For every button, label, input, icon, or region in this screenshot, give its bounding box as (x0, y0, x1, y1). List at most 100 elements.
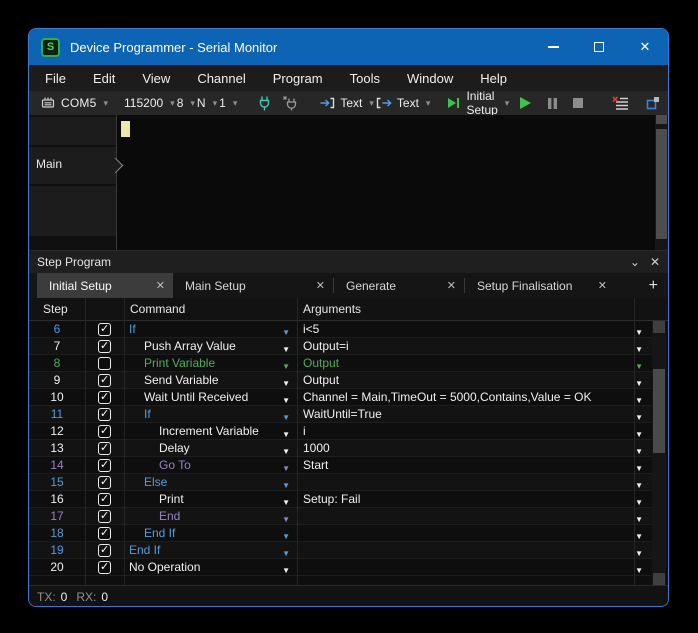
table-row[interactable]: 12✓Increment Variable▼i▼ (29, 423, 652, 440)
step-enabled-checkbox[interactable]: ✓ (98, 561, 111, 574)
menu-file[interactable]: File (45, 71, 66, 86)
stopbits-select[interactable]: 1 ▾ (219, 96, 239, 110)
channel-slot[interactable] (29, 117, 116, 145)
channel-slot[interactable] (29, 186, 116, 236)
scrollbar-bottom-marker[interactable] (653, 573, 665, 585)
connect-button[interactable] (257, 95, 272, 112)
command-select[interactable]: Go To▼ (124, 457, 297, 473)
scrollbar-top-button[interactable] (656, 115, 667, 124)
tab-close-icon[interactable]: ✕ (156, 279, 165, 292)
scrollbar-thumb[interactable] (653, 369, 665, 453)
table-row[interactable]: 14✓Go To▼Start▼ (29, 457, 652, 474)
arguments-select[interactable]: Start▼ (297, 457, 652, 473)
step-enabled-checkbox[interactable]: ✓ (98, 493, 111, 506)
command-select[interactable]: End If▼ (124, 525, 297, 541)
popout-button[interactable] (646, 96, 660, 110)
terminal-scrollbar[interactable] (655, 115, 668, 250)
arguments-select[interactable]: ▼ (297, 508, 652, 524)
table-row[interactable]: 11✓If▼WaitUntil=True▼ (29, 406, 652, 423)
arguments-select[interactable]: ▼ (297, 542, 652, 558)
maximize-button[interactable] (576, 29, 622, 65)
step-enabled-checkbox[interactable]: ✓ (98, 323, 111, 336)
tab-setup-finalisation[interactable]: Setup Finalisation✕ (465, 273, 615, 298)
menu-program[interactable]: Program (273, 71, 323, 86)
table-scrollbar[interactable] (652, 321, 666, 585)
panel-close-icon[interactable]: ✕ (650, 255, 660, 269)
step-enabled-checkbox[interactable]: ✓ (98, 510, 111, 523)
databits-select[interactable]: 8 ▾ (177, 96, 197, 110)
stop-button[interactable] (572, 97, 584, 109)
arguments-select[interactable]: ▼ (297, 525, 652, 541)
command-select[interactable]: Print▼ (124, 491, 297, 507)
tab-initial-setup[interactable]: Initial Setup✕ (37, 273, 173, 298)
scrollbar-top-marker[interactable] (653, 321, 665, 333)
step-enabled-checkbox[interactable]: ✓ (98, 425, 111, 438)
table-row[interactable]: 20✓No Operation▼▼ (29, 559, 652, 576)
receive-mode-select[interactable]: Text ▾ (376, 96, 433, 110)
menu-channel[interactable]: Channel (197, 71, 245, 86)
step-enabled-checkbox[interactable]: ✓ (98, 544, 111, 557)
table-row[interactable]: 15✓Else▼▼ (29, 474, 652, 491)
command-select[interactable]: Send Variable▼ (124, 372, 297, 388)
arguments-select[interactable]: Output▼ (297, 355, 652, 371)
play-button[interactable] (519, 96, 532, 110)
step-enabled-checkbox[interactable]: ✓ (98, 374, 111, 387)
table-row[interactable]: 7✓Push Array Value▼Output=i▼ (29, 338, 652, 355)
add-tab-button[interactable]: + (649, 277, 658, 295)
panel-collapse-icon[interactable]: ⌄ (630, 255, 640, 269)
command-select[interactable]: Delay▼ (124, 440, 297, 456)
arguments-select[interactable]: Setup: Fail▼ (297, 491, 652, 507)
table-row[interactable]: 6✓If▼i<5▼ (29, 321, 652, 338)
arguments-select[interactable]: ▼ (297, 559, 652, 575)
command-select[interactable]: If▼ (124, 406, 297, 422)
command-select[interactable]: Push Array Value▼ (124, 338, 297, 354)
clear-button[interactable] (612, 96, 629, 110)
tab-main-setup[interactable]: Main Setup✕ (173, 273, 333, 298)
command-select[interactable]: If▼ (124, 321, 297, 337)
command-select[interactable]: End▼ (124, 508, 297, 524)
table-row[interactable]: 16✓Print▼Setup: Fail▼ (29, 491, 652, 508)
step-enabled-checkbox[interactable]: ✓ (98, 459, 111, 472)
minimize-button[interactable] (530, 29, 576, 65)
arguments-select[interactable]: Output=i▼ (297, 338, 652, 354)
arguments-select[interactable]: ▼ (297, 474, 652, 490)
tab-generate[interactable]: Generate✕ (334, 273, 464, 298)
arguments-select[interactable]: i▼ (297, 423, 652, 439)
table-row[interactable]: 17✓End▼▼ (29, 508, 652, 525)
arguments-select[interactable]: WaitUntil=True▼ (297, 406, 652, 422)
scrollbar-thumb[interactable] (656, 129, 667, 239)
table-row[interactable]: 9✓Send Variable▼Output▼ (29, 372, 652, 389)
table-row[interactable]: 19✓End If▼▼ (29, 542, 652, 559)
menu-tools[interactable]: Tools (350, 71, 380, 86)
command-select[interactable]: No Operation▼ (124, 559, 297, 575)
step-enabled-checkbox[interactable]: ✓ (98, 476, 111, 489)
arguments-select[interactable]: Output▼ (297, 372, 652, 388)
command-select[interactable]: Else▼ (124, 474, 297, 490)
disconnect-button[interactable] (282, 95, 299, 112)
step-enabled-checkbox[interactable]: ✓ (98, 408, 111, 421)
arguments-select[interactable]: i<5▼ (297, 321, 652, 337)
table-row[interactable]: 10✓Wait Until Received▼Channel = Main,Ti… (29, 389, 652, 406)
table-row[interactable]: 18✓End If▼▼ (29, 525, 652, 542)
table-row[interactable]: 8Print Variable▼Output▼ (29, 355, 652, 372)
run-program-select[interactable]: Initial Setup ▾ (446, 89, 511, 117)
menu-help[interactable]: Help (480, 71, 507, 86)
step-enabled-checkbox[interactable] (98, 357, 111, 370)
command-select[interactable]: Increment Variable▼ (124, 423, 297, 439)
menu-window[interactable]: Window (407, 71, 453, 86)
menu-edit[interactable]: Edit (93, 71, 115, 86)
menu-view[interactable]: View (142, 71, 170, 86)
arguments-select[interactable]: 1000▼ (297, 440, 652, 456)
close-button[interactable]: ✕ (622, 29, 668, 65)
tab-close-icon[interactable]: ✕ (316, 279, 325, 292)
step-enabled-checkbox[interactable]: ✓ (98, 442, 111, 455)
step-enabled-checkbox[interactable]: ✓ (98, 340, 111, 353)
terminal-output[interactable] (116, 115, 656, 250)
command-select[interactable]: Print Variable▼ (124, 355, 297, 371)
command-select[interactable]: End If▼ (124, 542, 297, 558)
table-row[interactable]: 13✓Delay▼1000▼ (29, 440, 652, 457)
pause-button[interactable] (547, 97, 558, 110)
baud-select[interactable]: 115200 ▾ (124, 96, 177, 110)
port-select[interactable]: COM5 ▾ (40, 96, 110, 110)
step-enabled-checkbox[interactable]: ✓ (98, 391, 111, 404)
